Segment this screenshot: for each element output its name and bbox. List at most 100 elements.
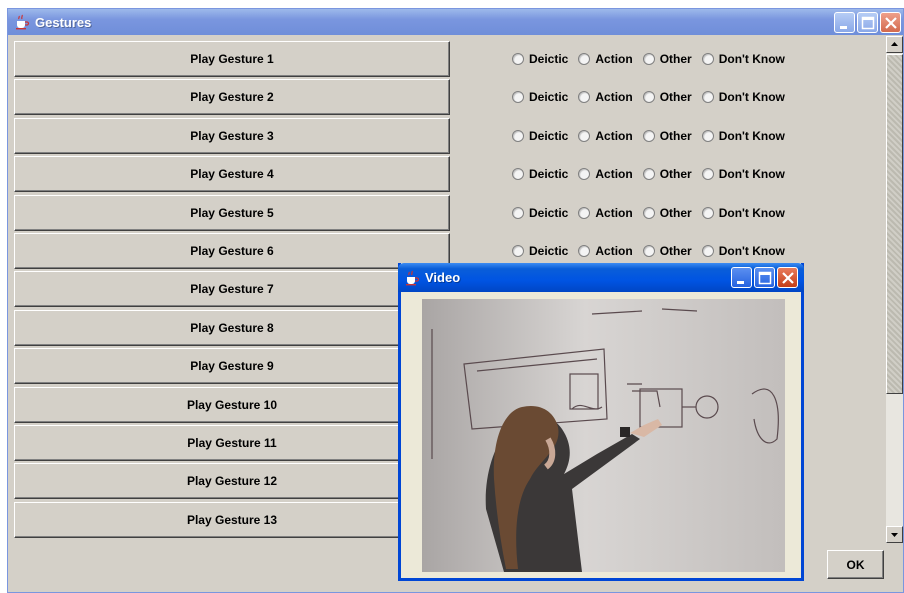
- radio-circle-icon[interactable]: [701, 168, 714, 181]
- radio-label: Don't Know: [718, 128, 785, 143]
- radio-circle-icon[interactable]: [578, 245, 591, 257]
- vertical-scrollbar[interactable]: [886, 36, 903, 543]
- radio-option[interactable]: Other: [642, 52, 692, 66]
- classification-radio-group: Deictic Action Other Don't Know: [512, 156, 795, 192]
- play-gesture-button[interactable]: Play Gesture 7: [14, 271, 450, 308]
- play-gesture-button[interactable]: Play Gesture 9: [14, 348, 450, 385]
- play-gesture-button[interactable]: Play Gesture 8: [14, 309, 450, 346]
- radio-label: Deictic: [529, 167, 569, 182]
- play-gesture-button[interactable]: Play Gesture 3: [14, 117, 450, 154]
- radio-circle-icon[interactable]: [701, 91, 714, 104]
- radio-option[interactable]: Deictic: [512, 129, 568, 143]
- gesture-row: Play Gesture 5 Deictic Action Other Don't Kn…: [14, 194, 884, 233]
- radio-option[interactable]: Other: [642, 244, 692, 258]
- play-gesture-button[interactable]: Play Gesture 10: [14, 386, 450, 423]
- video-close-button[interactable]: [777, 267, 798, 288]
- radio-label: Action: [595, 52, 633, 66]
- radio-label: Deictic: [529, 205, 569, 220]
- radio-option[interactable]: Other: [642, 206, 692, 220]
- radio-label: Other: [659, 52, 692, 66]
- radio-label: Don't Know: [718, 52, 785, 66]
- video-window: Video: [398, 263, 804, 581]
- radio-option[interactable]: Don't Know: [701, 52, 785, 66]
- radio-label: Action: [595, 167, 633, 182]
- radio-circle-icon[interactable]: [701, 245, 714, 257]
- radio-circle-icon[interactable]: [642, 53, 655, 65]
- radio-circle-icon[interactable]: [701, 129, 714, 142]
- radio-option[interactable]: Action: [578, 52, 633, 66]
- radio-circle-icon[interactable]: [512, 129, 524, 142]
- radio-circle-icon[interactable]: [642, 168, 655, 181]
- radio-option[interactable]: Action: [578, 205, 633, 220]
- play-gesture-button[interactable]: Play Gesture 2: [14, 79, 450, 116]
- radio-label: Action: [595, 244, 633, 258]
- video-titlebar[interactable]: Video: [398, 263, 804, 292]
- gesture-row: Play Gesture 3 Deictic Action Other Don't Kn…: [14, 117, 884, 156]
- radio-circle-icon[interactable]: [701, 206, 714, 219]
- radio-option[interactable]: Don't Know: [701, 167, 785, 181]
- ok-button[interactable]: OK: [827, 550, 884, 579]
- radio-option[interactable]: Action: [578, 129, 633, 143]
- radio-option[interactable]: Don't Know: [701, 90, 785, 104]
- radio-option[interactable]: Deictic: [512, 52, 568, 66]
- close-icon: [782, 272, 794, 284]
- gesture-row: Play Gesture 2 Deictic Action Other Don't Kn…: [14, 79, 884, 117]
- radio-circle-icon[interactable]: [512, 168, 524, 181]
- scroll-down-button[interactable]: [886, 526, 903, 543]
- radio-option[interactable]: Action: [578, 244, 633, 258]
- radio-circle-icon[interactable]: [642, 245, 655, 257]
- radio-circle-icon[interactable]: [642, 206, 655, 219]
- radio-circle-icon[interactable]: [642, 91, 655, 104]
- radio-option[interactable]: Other: [642, 128, 692, 143]
- radio-label: Deictic: [529, 90, 569, 105]
- radio-circle-icon[interactable]: [578, 206, 591, 219]
- radio-option[interactable]: Other: [642, 167, 692, 182]
- video-maximize-button[interactable]: [754, 267, 775, 288]
- play-gesture-button[interactable]: Play Gesture 4: [14, 156, 450, 193]
- play-gesture-button[interactable]: Play Gesture 13: [14, 501, 450, 538]
- close-button[interactable]: [880, 12, 901, 33]
- radio-option[interactable]: Action: [578, 167, 633, 182]
- radio-option[interactable]: Don't Know: [701, 206, 785, 220]
- gesture-row: Play Gesture 4 Deictic Action Other Don't Kn…: [14, 156, 884, 194]
- radio-label: Action: [595, 90, 633, 105]
- radio-option[interactable]: Deictic: [512, 244, 568, 258]
- radio-label: Action: [595, 205, 633, 220]
- radio-circle-icon[interactable]: [512, 91, 524, 104]
- radio-option[interactable]: Action: [578, 90, 633, 105]
- minimize-button[interactable]: [834, 12, 855, 33]
- maximize-button[interactable]: [857, 12, 878, 33]
- radio-option[interactable]: Deictic: [512, 206, 568, 220]
- play-gesture-button[interactable]: Play Gesture 5: [14, 194, 450, 231]
- video-frame[interactable]: [422, 299, 785, 572]
- radio-label: Deictic: [529, 244, 569, 258]
- radio-label: Other: [659, 128, 692, 143]
- radio-circle-icon[interactable]: [578, 129, 591, 142]
- radio-option[interactable]: Don't Know: [701, 128, 785, 143]
- radio-label: Deictic: [529, 52, 569, 66]
- radio-circle-icon[interactable]: [512, 206, 524, 219]
- radio-label: Other: [659, 167, 692, 182]
- radio-option[interactable]: Other: [642, 90, 692, 104]
- java-cup-icon: [404, 270, 420, 286]
- radio-circle-icon[interactable]: [578, 91, 591, 104]
- radio-option[interactable]: Deictic: [512, 90, 568, 104]
- radio-circle-icon[interactable]: [642, 129, 655, 142]
- play-gesture-button[interactable]: Play Gesture 12: [14, 463, 450, 500]
- radio-option[interactable]: Don't Know: [701, 244, 785, 258]
- scroll-thumb[interactable]: [886, 54, 903, 394]
- radio-circle-icon[interactable]: [578, 168, 591, 181]
- radio-circle-icon[interactable]: [512, 53, 524, 65]
- minimize-icon: [840, 26, 847, 29]
- gestures-titlebar[interactable]: Gestures: [8, 9, 903, 35]
- video-minimize-button[interactable]: [731, 267, 752, 288]
- radio-option[interactable]: Deictic: [512, 167, 568, 181]
- close-icon: [885, 17, 897, 29]
- radio-circle-icon[interactable]: [701, 53, 714, 65]
- radio-circle-icon[interactable]: [578, 53, 591, 65]
- play-gesture-button[interactable]: Play Gesture 1: [14, 41, 450, 77]
- play-gesture-button[interactable]: Play Gesture 6: [14, 233, 450, 269]
- scroll-up-button[interactable]: [886, 36, 903, 53]
- play-gesture-button[interactable]: Play Gesture 11: [14, 425, 450, 461]
- radio-circle-icon[interactable]: [512, 245, 524, 257]
